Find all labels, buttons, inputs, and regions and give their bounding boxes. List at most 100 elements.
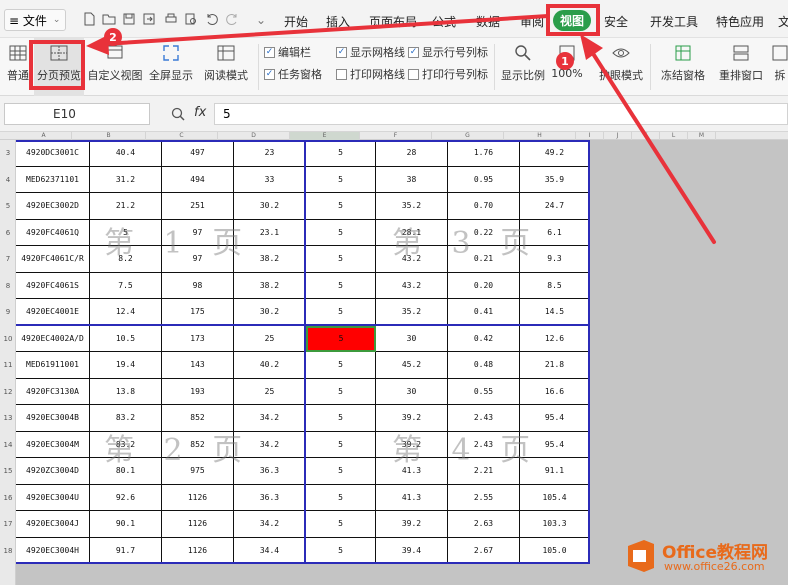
print-icon[interactable]: [164, 12, 178, 26]
table-cell[interactable]: 1126: [162, 484, 234, 511]
table-cell[interactable]: 30.2: [234, 299, 306, 326]
table-cell[interactable]: 38.2: [234, 272, 306, 299]
export-icon[interactable]: [142, 12, 156, 26]
table-cell[interactable]: 173: [162, 325, 234, 352]
table-cell[interactable]: 4920EC4001E: [16, 299, 90, 326]
row-header[interactable]: 5: [0, 202, 16, 210]
table-cell[interactable]: 105.0: [520, 537, 590, 564]
table-cell[interactable]: 13.8: [90, 378, 162, 405]
tab-page-layout[interactable]: 页面布局: [369, 13, 417, 30]
print-preview-icon[interactable]: [184, 12, 198, 26]
row-header[interactable]: 7: [0, 255, 16, 263]
table-cell[interactable]: 2.55: [448, 484, 520, 511]
row-header[interactable]: 15: [0, 467, 16, 475]
table-cell[interactable]: 1126: [162, 511, 234, 538]
tab-data[interactable]: 数据: [476, 13, 500, 30]
column-header-m[interactable]: M: [688, 132, 716, 140]
table-cell[interactable]: 7.5: [90, 272, 162, 299]
table-cell[interactable]: 5: [306, 272, 376, 299]
table-cell[interactable]: 251: [162, 193, 234, 220]
table-cell[interactable]: 0.48: [448, 352, 520, 379]
row-header[interactable]: 10: [0, 335, 16, 343]
eye-mode-button[interactable]: 护眼模式: [596, 38, 646, 96]
row-header[interactable]: 4: [0, 176, 16, 184]
table-cell[interactable]: 16.6: [520, 378, 590, 405]
table-cell[interactable]: 30: [376, 325, 448, 352]
table-cell[interactable]: 92.6: [90, 484, 162, 511]
reading-mode-button[interactable]: 阅读模式: [198, 38, 254, 96]
tab-review[interactable]: 审阅: [520, 13, 544, 30]
table-cell[interactable]: 33: [234, 166, 306, 193]
table-cell[interactable]: 4920EC3004H: [16, 537, 90, 564]
full-screen-button[interactable]: 全屏显示: [146, 38, 196, 96]
table-cell[interactable]: MED61911001: [16, 352, 90, 379]
table-cell[interactable]: 2.63: [448, 511, 520, 538]
table-cell[interactable]: 4920EC3004J: [16, 511, 90, 538]
table-cell[interactable]: 0.20: [448, 272, 520, 299]
table-cell[interactable]: 24.7: [520, 193, 590, 220]
table-cell[interactable]: 5: [306, 431, 376, 458]
open-folder-icon[interactable]: [102, 12, 116, 26]
split-button[interactable]: 拆: [772, 38, 788, 96]
table-cell[interactable]: 40.4: [90, 140, 162, 167]
column-header-d[interactable]: D: [218, 132, 290, 140]
freeze-panes-button[interactable]: 冻结窗格: [656, 38, 710, 96]
row-header[interactable]: 17: [0, 520, 16, 528]
normal-view-button[interactable]: 普通: [4, 38, 32, 96]
table-cell[interactable]: 39.4: [376, 537, 448, 564]
column-header-b[interactable]: B: [72, 132, 146, 140]
table-cell[interactable]: 4920DC3001C: [16, 140, 90, 167]
table-cell[interactable]: 40.2: [234, 352, 306, 379]
table-cell[interactable]: 105.4: [520, 484, 590, 511]
new-doc-icon[interactable]: [82, 12, 96, 26]
table-cell[interactable]: 5: [306, 352, 376, 379]
table-cell[interactable]: 19.4: [90, 352, 162, 379]
table-cell[interactable]: 497: [162, 140, 234, 167]
arrange-windows-button[interactable]: 重排窗口: [714, 38, 768, 96]
table-cell[interactable]: 0.95: [448, 166, 520, 193]
table-cell[interactable]: 4920FC3130A: [16, 378, 90, 405]
table-cell[interactable]: 4920EC4002A/D: [16, 325, 90, 352]
table-cell[interactable]: 2.67: [448, 537, 520, 564]
table-cell[interactable]: 14.5: [520, 299, 590, 326]
table-cell[interactable]: 4920FC4061C/R: [16, 246, 90, 273]
table-cell[interactable]: 36.3: [234, 484, 306, 511]
column-header-c[interactable]: C: [146, 132, 218, 140]
table-cell[interactable]: 30: [376, 378, 448, 405]
row-header[interactable]: 11: [0, 361, 16, 369]
table-cell[interactable]: 193: [162, 378, 234, 405]
redo-icon[interactable]: [226, 12, 240, 26]
table-cell[interactable]: 39.2: [376, 511, 448, 538]
print-gridlines-checkbox[interactable]: 打印网格线: [336, 66, 405, 82]
column-header-j[interactable]: J: [604, 132, 632, 140]
table-cell[interactable]: 4920FC4061Q: [16, 219, 90, 246]
table-cell[interactable]: 5: [306, 140, 376, 167]
row-header[interactable]: 13: [0, 414, 16, 422]
table-cell[interactable]: 91.7: [90, 537, 162, 564]
table-cell[interactable]: 4920EC3004B: [16, 405, 90, 432]
table-cell[interactable]: 1126: [162, 537, 234, 564]
table-cell[interactable]: 12.6: [520, 325, 590, 352]
row-header[interactable]: 9: [0, 308, 16, 316]
table-cell[interactable]: 35.2: [376, 193, 448, 220]
table-cell[interactable]: 4920ZC3004D: [16, 458, 90, 485]
table-cell[interactable]: 43.2: [376, 272, 448, 299]
row-header[interactable]: 12: [0, 388, 16, 396]
column-header-f[interactable]: F: [360, 132, 432, 140]
row-header[interactable]: 16: [0, 494, 16, 502]
name-box[interactable]: E10: [4, 103, 150, 125]
table-cell[interactable]: 49.2: [520, 140, 590, 167]
file-menu-button[interactable]: ≡ 文件 ⌄: [4, 9, 66, 31]
table-cell[interactable]: 5: [306, 511, 376, 538]
table-cell[interactable]: 143: [162, 352, 234, 379]
table-cell[interactable]: 5: [306, 405, 376, 432]
tab-home[interactable]: 开始: [284, 13, 308, 30]
table-cell[interactable]: 0.41: [448, 299, 520, 326]
row-header[interactable]: 14: [0, 441, 16, 449]
table-cell[interactable]: 494: [162, 166, 234, 193]
zoom-button[interactable]: 显示比例: [500, 38, 546, 96]
table-cell[interactable]: 90.1: [90, 511, 162, 538]
table-cell[interactable]: 5: [306, 378, 376, 405]
table-cell[interactable]: 23: [234, 140, 306, 167]
fx-icon[interactable]: fx: [194, 105, 206, 120]
